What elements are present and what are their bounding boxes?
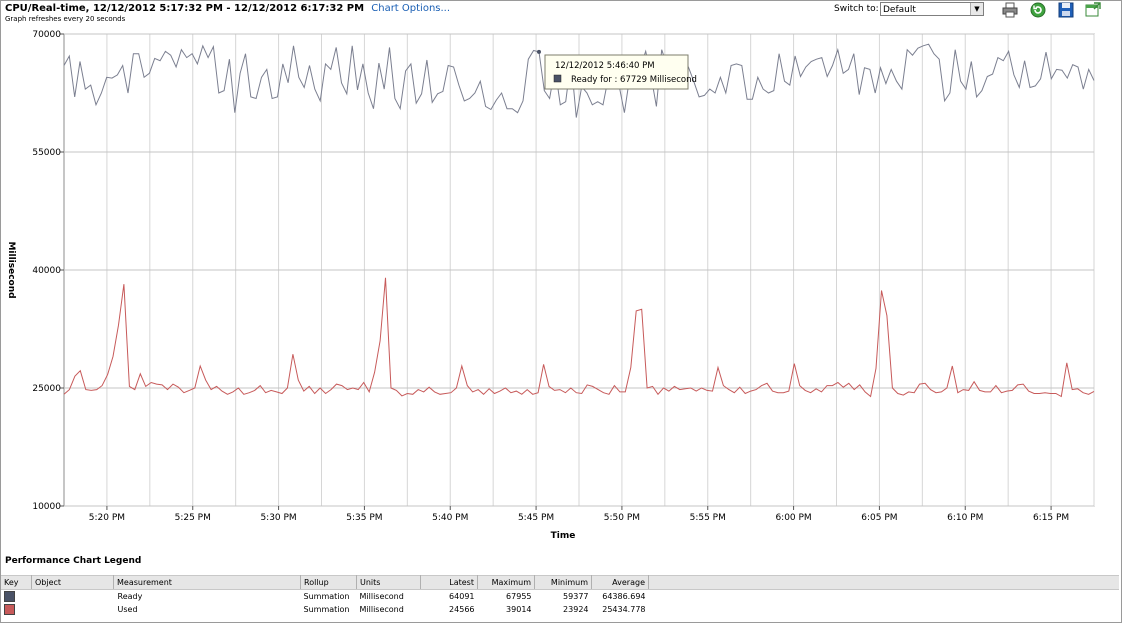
switch-to-select[interactable]: Default ▼ (880, 2, 984, 16)
legend-measurement: Ready (117, 592, 143, 601)
y-tick-label: 70000 (32, 30, 61, 40)
chevron-down-icon[interactable]: ▼ (970, 3, 983, 15)
x-tick-label: 5:30 PM (260, 513, 296, 523)
x-tick-label: 6:10 PM (947, 513, 983, 523)
col-filler (648, 575, 1119, 590)
chart-header: CPU/Real-time, 12/12/2012 5:17:32 PM - 1… (5, 3, 450, 23)
printer-icon[interactable] (1002, 2, 1018, 18)
legend-header-row: Key Object Measurement Rollup Units Late… (1, 575, 1119, 590)
col-minimum[interactable]: Minimum (534, 575, 592, 590)
y-tick-label: 55000 (32, 148, 61, 158)
refresh-note: Graph refreshes every 20 seconds (5, 15, 126, 23)
legend-key-cell (1, 603, 32, 616)
x-tick-label: 6:05 PM (861, 513, 897, 523)
switch-to-value: Default (883, 5, 916, 15)
x-tick-label: 6:15 PM (1033, 513, 1069, 523)
legend-rollup: Summation (303, 605, 350, 614)
performance-line-chart: 10000 25000 40000 55000 70000 5:20 PM 5:25 PM 5… (6, 30, 1095, 541)
legend-units: Millisecond (359, 605, 404, 614)
legend-maximum: 39014 (506, 605, 532, 614)
col-measurement[interactable]: Measurement (113, 575, 301, 590)
x-tick-label: 5:50 PM (604, 513, 640, 523)
legend-units: Millisecond (359, 592, 404, 601)
switch-to-label: Switch to: (834, 4, 879, 14)
y-tick-label: 40000 (32, 266, 61, 276)
legend-rollup: Summation (303, 592, 350, 601)
tooltip-swatch (553, 74, 562, 83)
legend-average: 25434.778 (602, 605, 646, 614)
tooltip-time: 12/12/2012 5:46:40 PM (555, 61, 655, 71)
col-key[interactable]: Key (1, 575, 32, 590)
legend-measurement: Used (117, 605, 138, 614)
refresh-icon[interactable] (1030, 2, 1046, 18)
popout-icon[interactable] (1085, 2, 1101, 18)
legend-row-ready[interactable]: Ready Summation Millisecond 64091 67955 … (1, 590, 1119, 604)
legend-minimum: 23924 (563, 605, 589, 614)
x-tick-label: 6:00 PM (775, 513, 811, 523)
col-latest[interactable]: Latest (420, 575, 478, 590)
chart-title: CPU/Real-time, 12/12/2012 5:17:32 PM - 1… (5, 3, 365, 14)
legend-object (32, 603, 114, 616)
legend-latest: 64091 (449, 592, 475, 601)
legend-maximum: 67955 (506, 592, 532, 601)
legend-object (32, 590, 114, 604)
x-tick-label: 5:40 PM (432, 513, 468, 523)
x-tick-label: 5:55 PM (690, 513, 726, 523)
x-axis-title: Time (551, 531, 576, 541)
y-tick-label: 10000 (32, 502, 61, 512)
legend-latest: 24566 (449, 605, 475, 614)
legend-minimum: 59377 (563, 592, 589, 601)
x-tick-label: 5:20 PM (89, 513, 125, 523)
legend-key-cell (1, 590, 32, 604)
x-tick-label: 5:45 PM (518, 513, 554, 523)
x-tick-label: 5:35 PM (346, 513, 382, 523)
tooltip-value: Ready for : 67729 Millisecond (571, 75, 697, 85)
col-maximum[interactable]: Maximum (477, 575, 535, 590)
col-units[interactable]: Units (356, 575, 421, 590)
col-average[interactable]: Average (591, 575, 649, 590)
hovered-point (536, 49, 541, 54)
legend-average: 64386.694 (602, 592, 646, 601)
legend-title: Performance Chart Legend (5, 556, 142, 566)
legend-row-used[interactable]: Used Summation Millisecond 24566 39014 2… (1, 603, 1119, 616)
y-axis-title: Millisecond (6, 241, 16, 298)
save-icon[interactable] (1058, 2, 1074, 18)
col-rollup[interactable]: Rollup (300, 575, 357, 590)
legend-table: Key Object Measurement Rollup Units Late… (1, 575, 1119, 616)
chart-options-link[interactable]: Chart Options... (371, 3, 450, 14)
series-color-swatch (4, 604, 15, 615)
series-color-swatch (4, 591, 15, 602)
col-object[interactable]: Object (31, 575, 114, 590)
x-tick-label: 5:25 PM (175, 513, 211, 523)
y-tick-label: 25000 (32, 384, 61, 394)
